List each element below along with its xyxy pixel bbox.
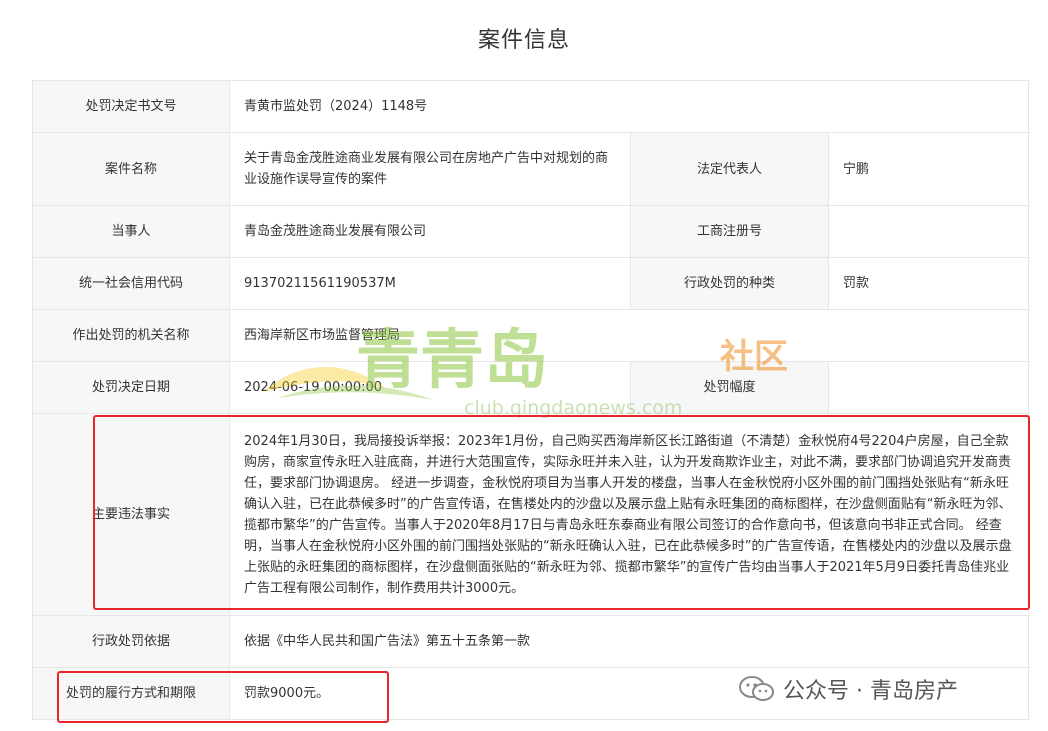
table-row: 作出处罚的机关名称 西海岸新区市场监督管理局 xyxy=(32,309,1030,362)
case-info-table: 处罚决定书文号 青黄市监处罚（2024）1148号 案件名称 关于青岛金茂胜途商… xyxy=(32,80,1030,720)
facts-label: 主要违法事实 xyxy=(32,413,230,616)
date-label: 处罚决定日期 xyxy=(32,361,230,414)
doc-no-label: 处罚决定书文号 xyxy=(32,80,230,133)
authority-value: 西海岸新区市场监督管理局 xyxy=(228,309,1030,362)
date-value: 2024-06-19 00:00:00 xyxy=(229,361,631,414)
biz-reg-label: 工商注册号 xyxy=(630,205,829,258)
basis-value: 依据《中华人民共和国广告法》第五十五条第一款 xyxy=(228,615,1030,668)
credit-code-value: 91370211561190537M xyxy=(229,257,631,310)
legal-rep-label: 法定代表人 xyxy=(630,132,829,206)
credit-code-label: 统一社会信用代码 xyxy=(32,257,230,310)
basis-label: 行政处罚依据 xyxy=(32,615,230,668)
page-title: 案件信息 xyxy=(477,28,570,53)
table-row: 处罚决定日期 2024-06-19 00:00:00 处罚幅度 xyxy=(32,361,1030,414)
table-row: 行政处罚依据 依据《中华人民共和国广告法》第五十五条第一款 xyxy=(32,615,1030,668)
range-value xyxy=(827,361,1030,414)
range-label: 处罚幅度 xyxy=(630,361,829,414)
penalty-type-label: 行政处罚的种类 xyxy=(630,257,829,310)
wechat-icon xyxy=(739,676,774,701)
footer-watermark: 公众号 · 青岛房产 xyxy=(737,673,958,705)
footer-watermark-text: 公众号 · 青岛房产 xyxy=(783,679,958,704)
case-name-value: 关于青岛金茂胜途商业发展有限公司在房地产广告中对规划的商业设施作误导宣传的案件 xyxy=(229,132,631,206)
table-row: 处罚决定书文号 青黄市监处罚（2024）1148号 xyxy=(32,80,1030,133)
execution-label: 处罚的履行方式和期限 xyxy=(32,667,230,720)
biz-reg-value xyxy=(827,205,1030,258)
facts-value: 2024年1月30日，我局接投诉举报：2023年1月份，自己购买西海岸新区长江路… xyxy=(228,413,1030,616)
table-row: 案件名称 关于青岛金茂胜途商业发展有限公司在房地产广告中对规划的商业设施作误导宣… xyxy=(32,132,1030,206)
authority-label: 作出处罚的机关名称 xyxy=(32,309,230,362)
table-row: 主要违法事实 2024年1月30日，我局接投诉举报：2023年1月份，自己购买西… xyxy=(32,413,1030,616)
case-name-label: 案件名称 xyxy=(32,132,230,206)
table-row: 当事人 青岛金茂胜途商业发展有限公司 工商注册号 xyxy=(32,205,1030,258)
party-label: 当事人 xyxy=(32,205,230,258)
doc-no-value: 青黄市监处罚（2024）1148号 xyxy=(228,80,1030,133)
penalty-type-value: 罚款 xyxy=(827,257,1030,310)
legal-rep-value: 宁鹏 xyxy=(827,132,1030,206)
party-value: 青岛金茂胜途商业发展有限公司 xyxy=(229,205,631,258)
table-row: 统一社会信用代码 91370211561190537M 行政处罚的种类 罚款 xyxy=(32,257,1030,310)
